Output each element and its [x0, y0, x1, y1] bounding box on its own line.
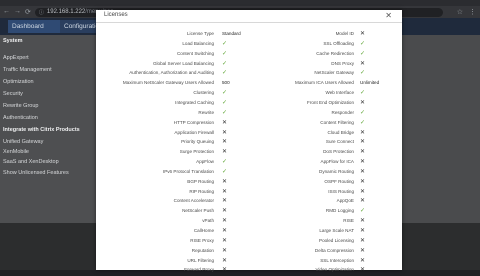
sidebar-item[interactable]: Unified Gateway — [3, 139, 43, 145]
license-row: Pooled Licensing ✕ — [96, 237, 365, 246]
feature-label: DoS Protection — [323, 149, 354, 155]
background-panel — [402, 35, 480, 223]
feature-label: Front End Optimization — [307, 99, 354, 105]
license-row: AppQoE ✕ — [96, 198, 365, 206]
feature-label: Cloud Bridge — [327, 129, 354, 135]
forward-icon[interactable]: → — [14, 8, 21, 16]
feature-label: Web Interface — [325, 90, 354, 96]
license-row: Model ID ✕ — [96, 31, 365, 39]
cross-icon: ✕ — [360, 60, 366, 67]
feature-label: AppFlow for ICA — [320, 159, 354, 165]
cross-icon: ✕ — [360, 129, 366, 136]
feature-label: RMD Logging — [325, 208, 354, 214]
sidebar-item[interactable]: Security — [3, 91, 23, 97]
cross-icon: ✕ — [360, 149, 366, 156]
feature-label: NetScaler Gateway — [314, 70, 354, 76]
license-row: Web Interface ✓ — [96, 90, 365, 98]
licenses-dialog: Licenses ✕ License Type Standard Load Bala… — [96, 10, 402, 273]
cross-icon: ✕ — [360, 139, 366, 146]
license-row: Front End Optimization ✕ — [96, 99, 365, 108]
info-icon[interactable]: ⓘ — [39, 9, 44, 16]
feature-label: AppQoE — [336, 198, 354, 204]
license-row: Dynamic Routing ✕ — [96, 168, 365, 177]
feature-value: Unlimited — [360, 80, 380, 86]
license-row: OSPF Routing ✕ — [96, 178, 365, 187]
cross-icon: ✕ — [360, 237, 366, 244]
license-row: DNS Proxy ✕ — [96, 60, 365, 69]
license-row: DoS Protection ✕ — [96, 149, 365, 157]
cross-icon: ✕ — [360, 228, 366, 234]
feature-label: Delta Compression — [314, 247, 354, 253]
license-row: Responder ✓ — [96, 109, 366, 118]
license-row: RISE ✕ — [96, 218, 365, 226]
cross-icon: ✕ — [360, 31, 366, 37]
sidebar-item[interactable]: Integrate with Citrix Products — [3, 127, 80, 133]
license-row: Content Filtering ✓ — [96, 119, 365, 128]
sidebar-item[interactable]: SaaS and XenDesktop — [3, 159, 59, 165]
cross-icon: ✕ — [360, 178, 366, 185]
feature-label: Cache Redirection — [316, 50, 354, 56]
feature-label: Responder — [331, 109, 354, 115]
dialog-title: Licenses — [104, 12, 128, 18]
sidebar-item[interactable]: Rewrite Group — [3, 103, 38, 109]
cross-icon: ✕ — [360, 188, 366, 195]
check-icon: ✓ — [360, 119, 366, 126]
license-row: NetScaler Gateway ✓ — [96, 70, 365, 78]
cross-icon: ✕ — [360, 198, 366, 205]
feature-label: Sure Connect — [325, 139, 354, 145]
license-row: ISIS Routing ✕ — [96, 188, 365, 197]
license-row: Cloud Bridge ✕ — [96, 129, 365, 138]
cross-icon: ✕ — [360, 99, 366, 106]
feature-label: SSL Interception — [320, 257, 354, 263]
license-row: SSL Offloading ✓ — [96, 40, 365, 49]
sidebar-item[interactable]: AppExpert — [3, 55, 29, 61]
check-icon: ✓ — [360, 50, 366, 57]
license-row: Sure Connect ✕ — [96, 139, 365, 147]
license-row: RMD Logging ✓ — [96, 208, 365, 216]
feature-label: Maximum ICA Users Allowed — [295, 80, 354, 86]
cross-icon: ✕ — [360, 257, 366, 264]
feature-label: Dynamic Routing — [319, 168, 354, 174]
bookmark-star-icon[interactable]: ☆ — [457, 8, 463, 16]
license-row: AppFlow for ICA ✕ — [96, 159, 365, 167]
feature-label: Content Filtering — [320, 119, 354, 125]
check-icon: ✓ — [360, 70, 366, 77]
sidebar-item[interactable]: Optimization — [3, 79, 34, 85]
sidebar-item[interactable]: Traffic Management — [3, 67, 52, 73]
license-row: Cache Redirection ✓ — [96, 50, 365, 59]
license-row: SSL Interception ✕ — [96, 257, 365, 266]
cross-icon: ✕ — [360, 159, 366, 166]
feature-label: Large Scale NAT — [319, 228, 354, 233]
feature-label: OSPF Routing — [324, 178, 354, 184]
feature-label: SSL Offloading — [323, 40, 354, 46]
sidebar-item[interactable]: Show Unlicensed Features — [3, 170, 69, 176]
sidebar-item[interactable]: System — [3, 38, 23, 44]
feature-label: DNS Proxy — [331, 60, 354, 66]
license-row: Large Scale NAT ✕ — [96, 228, 365, 236]
check-icon: ✓ — [360, 208, 366, 215]
dialog-header: Licenses ✕ — [96, 10, 402, 23]
sidebar: System AppExpert Traffic Management Optimiz… — [0, 35, 96, 223]
cross-icon: ✕ — [360, 218, 366, 225]
sidebar-item[interactable]: XenMobile — [3, 149, 29, 155]
license-row: Maximum ICA Users Allowed Unlimited — [96, 80, 379, 88]
sidebar-item[interactable]: Authentication — [3, 115, 38, 121]
feature-label: Model ID — [335, 31, 354, 36]
cross-icon: ✕ — [360, 168, 366, 175]
feature-label: RISE — [343, 218, 354, 224]
feature-label: ISIS Routing — [328, 188, 354, 194]
license-row: Delta Compression ✕ — [96, 247, 365, 256]
browser-menu-icon[interactable]: ⋮ — [469, 8, 476, 16]
license-row: Video Optimization ✕ — [96, 267, 366, 275]
back-icon[interactable]: ← — [3, 8, 10, 16]
reload-icon[interactable]: ⟳ — [25, 8, 31, 16]
check-icon: ✓ — [360, 40, 366, 47]
feature-label: Pooled Licensing — [319, 237, 354, 243]
check-icon: ✓ — [360, 90, 366, 97]
tab-dashboard[interactable]: Dashboard — [8, 20, 60, 33]
cross-icon: ✕ — [360, 247, 366, 254]
url-host: 192.168.1.222 — [46, 9, 86, 15]
check-icon: ✓ — [360, 109, 366, 116]
close-icon[interactable]: ✕ — [385, 11, 392, 20]
